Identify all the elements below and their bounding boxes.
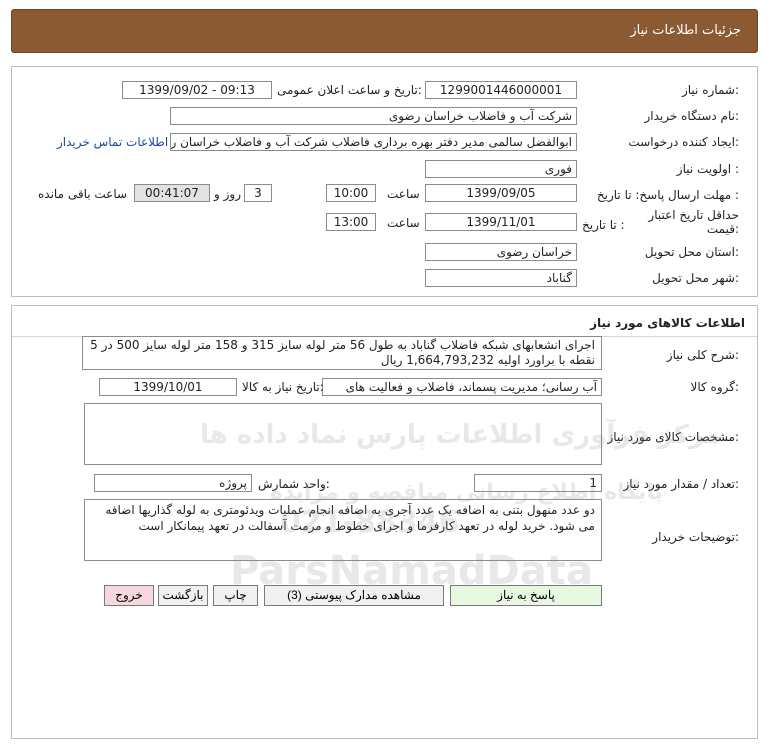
- specs-label: مشخصات کالای مورد نیاز:: [607, 430, 739, 444]
- notes-label: توضیحات خریدار:: [652, 530, 739, 544]
- page-header: جزئیات اطلاعات نیاز: [11, 9, 758, 53]
- group-field: آب رسانی؛ مدیریت پسماند، فاضلاب و فعالیت…: [322, 378, 602, 396]
- respond-button[interactable]: پاسخ به نیاز: [450, 585, 602, 606]
- requester-field: ابوالفضل سالمی مدیر دفتر بهره برداری فاض…: [170, 133, 577, 151]
- province-field: خراسان رضوی: [425, 243, 577, 261]
- need-date-label: تاریخ نیاز به کالا:: [242, 380, 324, 394]
- page-title: جزئیات اطلاعات نیاز: [630, 23, 741, 38]
- back-button[interactable]: بازگشت: [158, 585, 208, 606]
- print-button[interactable]: چاپ: [213, 585, 258, 606]
- notes-line-2: می شود. خرید لوله در تعهد کارفرما و اجرا…: [138, 519, 595, 533]
- remaining-time-field: 00:41:07: [134, 184, 210, 202]
- notes-line-1: دو عدد منهول بتنی به اضافه یک عدد آجری ب…: [105, 503, 595, 517]
- city-label: شهر محل تحویل:: [652, 271, 739, 285]
- deadline-time-label: ساعت: [387, 187, 420, 201]
- province-label: استان محل تحویل:: [644, 245, 739, 259]
- buyer-org-label: نام دستگاه خریدار:: [644, 109, 740, 123]
- unit-label: واحد شمارش:: [258, 477, 330, 491]
- summary-field: اجرای انشعابهای شبکه فاضلاب گناباد به طو…: [82, 336, 602, 370]
- buyer-contact-link[interactable]: اطلاعات تماس خریدار: [57, 135, 168, 149]
- qty-field: 1: [474, 474, 602, 492]
- need-number-field: 1299001446000001: [425, 81, 577, 99]
- deadline-time-field: 10:00: [326, 184, 376, 202]
- notes-field: دو عدد منهول بتنی به اضافه یک عدد آجری ب…: [84, 499, 602, 561]
- city-field: گناباد: [425, 269, 577, 287]
- view-attachments-button[interactable]: مشاهده مدارک پیوستی (3): [264, 585, 444, 606]
- validity-date-field: 1399/11/01: [425, 213, 577, 231]
- announce-datetime-field: 1399/09/02 - 09:13: [122, 81, 272, 99]
- validity-until-label: تا تاریخ :: [582, 218, 625, 232]
- need-date-field: 1399/10/01: [99, 378, 237, 396]
- specs-field: [84, 403, 602, 465]
- deadline-label: مهلت ارسال پاسخ: تا تاریخ :: [596, 188, 739, 202]
- qty-label: تعداد / مقدار مورد نیاز:: [623, 477, 739, 491]
- unit-field: پروژه: [94, 474, 252, 492]
- priority-label: اولویت نیاز :: [676, 162, 739, 176]
- buyer-org-field: شرکت آب و فاضلاب خراسان رضوی: [170, 107, 577, 125]
- validity-time-label: ساعت: [387, 216, 420, 230]
- requester-label: ایجاد کننده درخواست:: [628, 135, 739, 149]
- goods-info-panel: اطلاعات کالاهای مورد نیاز شرح کلی نیاز: …: [11, 305, 758, 739]
- goods-section-title: اطلاعات کالاهای مورد نیاز: [590, 316, 745, 330]
- need-number-label: شماره نیاز:: [681, 83, 739, 97]
- summary-line-1: اجرای انشعابهای شبکه فاضلاب گناباد به طو…: [90, 338, 595, 352]
- priority-field: فوری: [425, 160, 577, 178]
- days-field: 3: [244, 184, 272, 202]
- deadline-date-field: 1399/09/05: [425, 184, 577, 202]
- days-label: روز و: [214, 187, 241, 201]
- group-label: گروه کالا:: [690, 380, 740, 394]
- summary-label: شرح کلی نیاز:: [666, 348, 739, 362]
- validity-label-1: حداقل تاریخ اعتبار: [648, 208, 739, 222]
- remaining-label: ساعت باقی مانده: [38, 187, 128, 201]
- summary-line-2: نقطه با براورد اولیه 1,664,793,232 ریال: [380, 353, 595, 367]
- exit-button[interactable]: خروج: [104, 585, 154, 606]
- announce-label: تاریخ و ساعت اعلان عمومی:: [277, 83, 422, 97]
- validity-time-field: 13:00: [326, 213, 376, 231]
- need-details-panel: شماره نیاز: 1299001446000001 تاریخ و ساع…: [11, 66, 758, 297]
- validity-label-2: قیمت:: [706, 222, 739, 236]
